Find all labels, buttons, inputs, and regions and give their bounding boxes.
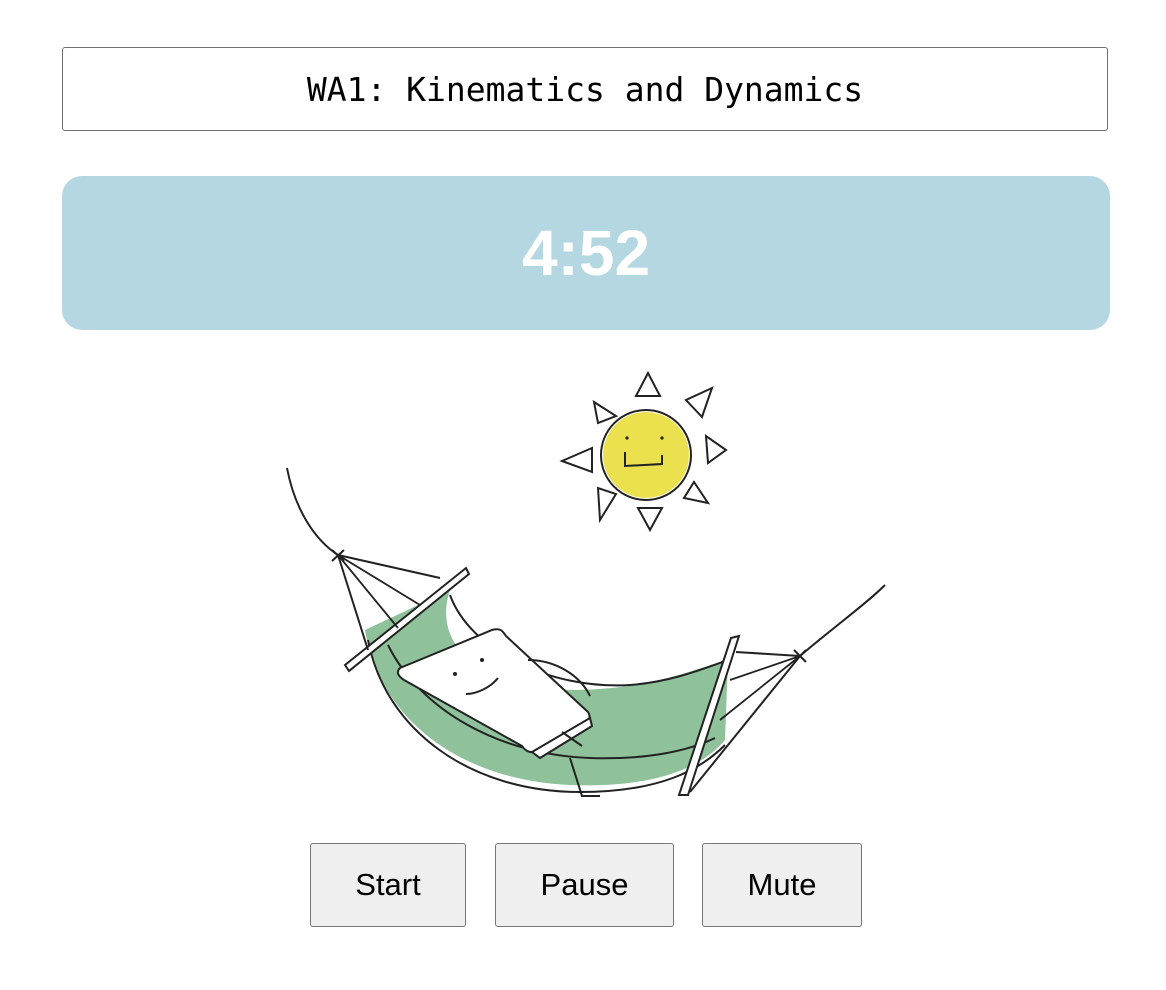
mute-button[interactable]: Mute <box>702 843 862 927</box>
hammock-relaxing-icon <box>286 370 886 797</box>
timer-controls: Start Pause Mute <box>0 843 1166 927</box>
pause-button[interactable]: Pause <box>495 843 674 927</box>
sun-icon <box>559 370 728 533</box>
hammock-illustration <box>270 360 900 810</box>
hammock-icon <box>286 467 886 796</box>
timer-display: 4:52 <box>62 176 1110 330</box>
page-title: WA1: Kinematics and Dynamics <box>62 47 1108 131</box>
start-button[interactable]: Start <box>310 843 466 927</box>
timer-value: 4:52 <box>521 217 651 289</box>
